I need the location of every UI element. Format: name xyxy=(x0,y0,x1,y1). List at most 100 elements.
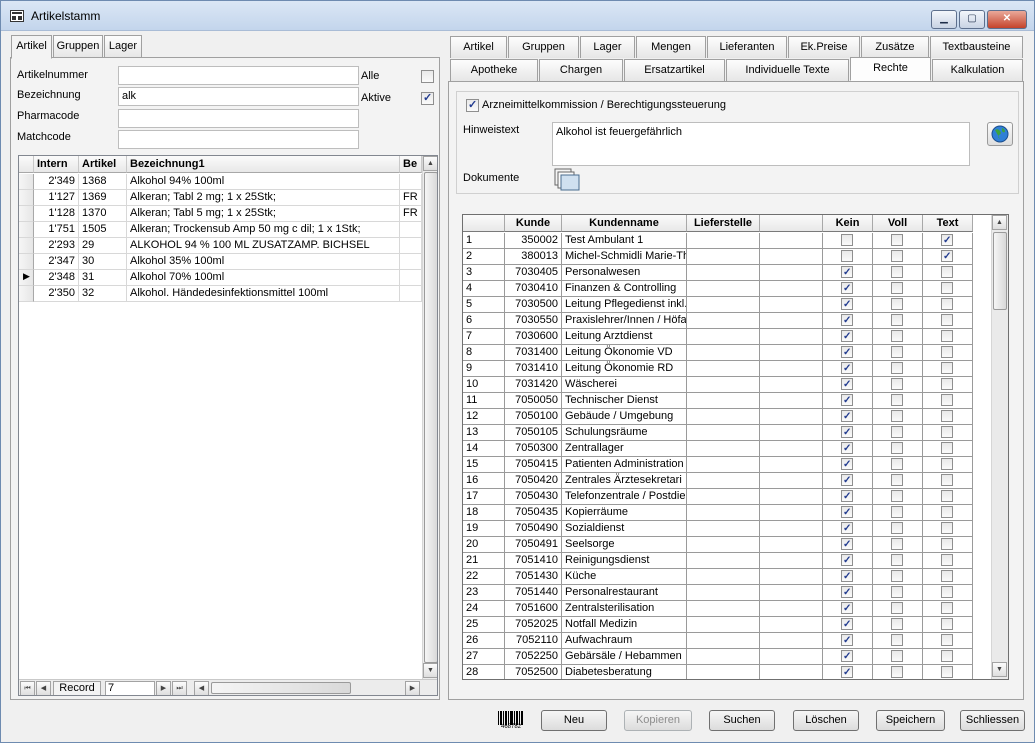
column-header-intern[interactable]: Intern xyxy=(34,156,79,173)
row-indicator[interactable] xyxy=(19,286,34,302)
right-tab-lieferanten[interactable]: Lieferanten xyxy=(707,36,787,58)
extra-cell[interactable] xyxy=(760,233,823,249)
column-header-be[interactable]: Be xyxy=(400,156,422,173)
table-cell-intern[interactable]: 1'127 xyxy=(34,190,79,206)
voll-checkbox[interactable] xyxy=(891,522,903,534)
table-cell-artikel[interactable]: 1505 xyxy=(79,222,127,238)
extra-cell[interactable] xyxy=(760,505,823,521)
globe-icon[interactable] xyxy=(987,122,1013,146)
extra-cell[interactable] xyxy=(760,329,823,345)
kunde-cell[interactable]: 7030410 xyxy=(505,281,562,297)
table-cell-be[interactable] xyxy=(400,254,422,270)
extra-cell[interactable] xyxy=(760,393,823,409)
kein-checkbox[interactable] xyxy=(841,409,853,424)
extra-cell[interactable] xyxy=(760,313,823,329)
extra-cell[interactable] xyxy=(760,617,823,633)
kundenname-cell[interactable]: Zentrallager xyxy=(562,441,687,457)
voll-checkbox[interactable] xyxy=(891,426,903,438)
kunde-cell[interactable]: 7050415 xyxy=(505,457,562,473)
table-cell-artikel[interactable]: 31 xyxy=(79,270,127,286)
voll-checkbox[interactable] xyxy=(891,410,903,422)
right-tab-ek-preise[interactable]: Ek.Preise xyxy=(788,36,860,58)
right-tab-kalkulation[interactable]: Kalkulation xyxy=(932,59,1023,81)
kein-checkbox[interactable] xyxy=(841,297,853,312)
lieferstelle-cell[interactable] xyxy=(687,505,760,521)
maximize-button[interactable]: ▢ xyxy=(959,10,985,29)
lieferstelle-cell[interactable] xyxy=(687,521,760,537)
lieferstelle-cell[interactable] xyxy=(687,649,760,665)
scroll-up-button[interactable]: ▲ xyxy=(992,215,1007,230)
scroll-right-button[interactable]: ▶ xyxy=(405,681,420,695)
kundenname-cell[interactable]: Seelsorge xyxy=(562,537,687,553)
column-header-lieferstelle[interactable]: Lieferstelle xyxy=(687,215,760,232)
voll-checkbox[interactable] xyxy=(891,250,903,262)
kunde-cell[interactable]: 7031420 xyxy=(505,377,562,393)
kundenname-cell[interactable]: Leitung Ökonomie VD xyxy=(562,345,687,361)
bezeichnung-input[interactable]: alk xyxy=(118,87,359,106)
kein-checkbox[interactable] xyxy=(841,569,853,584)
artikelnummer-input[interactable] xyxy=(118,66,359,85)
column-header-voll[interactable]: Voll xyxy=(873,215,923,232)
kundenname-cell[interactable]: Wäscherei xyxy=(562,377,687,393)
right-tab-gruppen[interactable]: Gruppen xyxy=(508,36,579,58)
row-number-cell[interactable]: 24 xyxy=(463,601,505,617)
kein-checkbox[interactable] xyxy=(841,649,853,664)
table-cell-be[interactable] xyxy=(400,174,422,190)
lieferstelle-cell[interactable] xyxy=(687,585,760,601)
kunde-cell[interactable]: 7051440 xyxy=(505,585,562,601)
text-checkbox[interactable] xyxy=(941,458,953,470)
right-tab-apotheke[interactable]: Apotheke xyxy=(450,59,538,81)
right-tab-individuelle-texte[interactable]: Individuelle Texte xyxy=(726,59,849,81)
kein-checkbox[interactable] xyxy=(841,281,853,296)
kein-checkbox[interactable] xyxy=(841,441,853,456)
lieferstelle-cell[interactable] xyxy=(687,297,760,313)
kein-checkbox[interactable] xyxy=(841,313,853,328)
extra-cell[interactable] xyxy=(760,297,823,313)
right-tab-chargen[interactable]: Chargen xyxy=(539,59,623,81)
row-indicator[interactable] xyxy=(19,174,34,190)
kunde-cell[interactable]: 380013 xyxy=(505,249,562,265)
kundenname-cell[interactable]: Technischer Dienst xyxy=(562,393,687,409)
table-cell-bez[interactable]: ALKOHOL 94 % 100 ML ZUSATZAMP. BICHSEL xyxy=(127,238,400,254)
table-cell-intern[interactable]: 2'350 xyxy=(34,286,79,302)
kundenname-cell[interactable]: Notfall Medizin xyxy=(562,617,687,633)
row-number-cell[interactable]: 7 xyxy=(463,329,505,345)
row-number-cell[interactable]: 11 xyxy=(463,393,505,409)
row-indicator[interactable]: ▶ xyxy=(19,270,34,286)
extra-cell[interactable] xyxy=(760,553,823,569)
kunde-cell[interactable]: 7050491 xyxy=(505,537,562,553)
suchen-button[interactable]: Suchen xyxy=(709,710,775,731)
lieferstelle-cell[interactable] xyxy=(687,265,760,281)
minimize-button[interactable]: ▁ xyxy=(931,10,957,29)
table-cell-bez[interactable]: Alkohol 94% 100ml xyxy=(127,174,400,190)
column-header-bezeichnung1[interactable]: Bezeichnung1 xyxy=(127,156,400,173)
right-tab-zusätze[interactable]: Zusätze xyxy=(861,36,929,58)
text-checkbox[interactable] xyxy=(941,298,953,310)
row-number-cell[interactable]: 20 xyxy=(463,537,505,553)
neu-button[interactable]: Neu xyxy=(541,710,607,731)
kunde-cell[interactable]: 7052025 xyxy=(505,617,562,633)
kein-checkbox[interactable] xyxy=(841,265,853,280)
table-cell-be[interactable] xyxy=(400,222,422,238)
lieferstelle-cell[interactable] xyxy=(687,313,760,329)
row-indicator[interactable] xyxy=(19,254,34,270)
voll-checkbox[interactable] xyxy=(891,346,903,358)
kunde-cell[interactable]: 7030405 xyxy=(505,265,562,281)
row-number-cell[interactable]: 13 xyxy=(463,425,505,441)
kein-checkbox[interactable] xyxy=(841,329,853,344)
row-number-cell[interactable]: 19 xyxy=(463,521,505,537)
lieferstelle-cell[interactable] xyxy=(687,601,760,617)
voll-checkbox[interactable] xyxy=(891,266,903,278)
kein-checkbox[interactable] xyxy=(841,425,853,440)
lieferstelle-cell[interactable] xyxy=(687,281,760,297)
kundenname-cell[interactable]: Zentrales Ärztesekretari xyxy=(562,473,687,489)
text-checkbox[interactable] xyxy=(941,282,953,294)
kunde-cell[interactable]: 7030550 xyxy=(505,313,562,329)
arzneimittel-checkbox[interactable] xyxy=(466,98,479,112)
right-tab-ersatzartikel[interactable]: Ersatzartikel xyxy=(624,59,725,81)
row-number-cell[interactable]: 21 xyxy=(463,553,505,569)
kunde-cell[interactable]: 7031410 xyxy=(505,361,562,377)
row-number-cell[interactable]: 18 xyxy=(463,505,505,521)
voll-checkbox[interactable] xyxy=(891,666,903,678)
text-checkbox[interactable] xyxy=(941,233,953,248)
